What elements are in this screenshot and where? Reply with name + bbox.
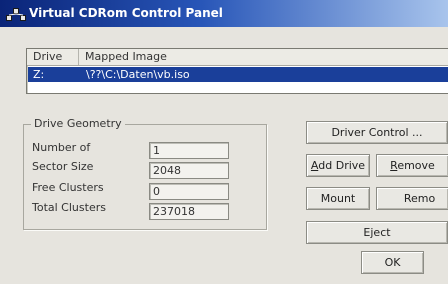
number-of-field: 1 — [149, 142, 229, 159]
drive-list-row[interactable]: Z: \??\C:\Daten\vb.iso — [28, 67, 448, 82]
ok-button[interactable]: OK — [361, 251, 424, 274]
total-clusters-label: Total Clusters — [32, 201, 106, 214]
title-bar: Virtual CDRom Control Panel — [0, 0, 448, 27]
sector-size-field: 2048 — [149, 162, 229, 179]
remove-mount-button[interactable]: Remo — [376, 187, 448, 210]
column-header-drive[interactable]: Drive — [27, 49, 79, 65]
free-clusters-field: 0 — [149, 183, 229, 200]
eject-button[interactable]: Eject — [306, 221, 448, 244]
drive-geometry-group — [23, 124, 267, 230]
window-title: Virtual CDRom Control Panel — [29, 6, 223, 20]
drive-list[interactable]: Drive Mapped Image Z: \??\C:\Daten\vb.is… — [26, 48, 448, 94]
number-of-label: Number of — [32, 141, 91, 154]
column-header-mapped-image[interactable]: Mapped Image — [79, 49, 448, 65]
cdrom-app-icon — [6, 8, 26, 21]
drive-list-header: Drive Mapped Image — [27, 49, 448, 66]
mapped-image-cell: \??\C:\Daten\vb.iso — [86, 68, 190, 81]
remove-drive-label: emove — [397, 159, 435, 172]
add-drive-label: dd Drive — [318, 159, 366, 172]
drive-geometry-title: Drive Geometry — [31, 117, 125, 130]
mount-button[interactable]: Mount — [306, 187, 370, 210]
sector-size-label: Sector Size — [32, 160, 94, 173]
drive-letter-cell: Z: — [33, 68, 45, 81]
free-clusters-label: Free Clusters — [32, 181, 104, 194]
driver-control-button[interactable]: Driver Control ... — [306, 121, 448, 144]
remove-drive-button[interactable]: Remove — [376, 154, 448, 177]
total-clusters-field: 237018 — [149, 203, 229, 220]
add-drive-button[interactable]: Add Drive — [306, 154, 370, 177]
